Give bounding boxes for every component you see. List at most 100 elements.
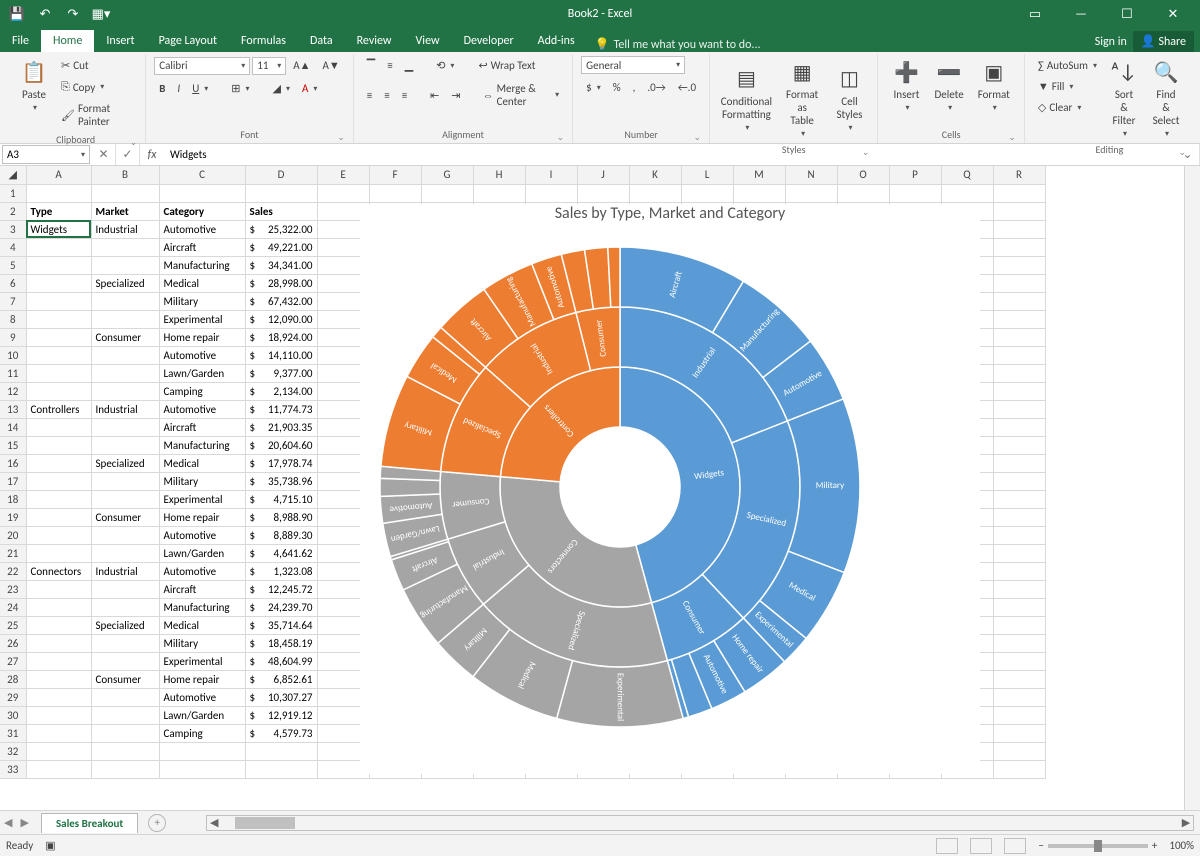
- row-header[interactable]: 22: [0, 562, 26, 580]
- cell[interactable]: Aircraft: [159, 238, 245, 256]
- cell[interactable]: Experimental: [159, 652, 245, 670]
- decrease-font-icon[interactable]: A▼: [318, 56, 345, 75]
- cell[interactable]: [733, 184, 785, 202]
- cell[interactable]: $49,221.00: [245, 238, 317, 256]
- row-header[interactable]: 15: [0, 436, 26, 454]
- cell[interactable]: [993, 328, 1045, 346]
- cell[interactable]: [91, 544, 159, 562]
- tab-insert[interactable]: Insert: [94, 30, 146, 52]
- cell[interactable]: [26, 472, 91, 490]
- macro-recorder-icon[interactable]: ▣: [45, 839, 55, 852]
- cell[interactable]: Aircraft: [159, 418, 245, 436]
- column-header[interactable]: O: [837, 166, 889, 184]
- tab-page-layout[interactable]: Page Layout: [147, 30, 229, 52]
- cell[interactable]: [26, 184, 91, 202]
- align-right-icon[interactable]: ≡: [397, 86, 412, 105]
- cell[interactable]: [993, 274, 1045, 292]
- horizontal-scrollbar[interactable]: ◀▶: [206, 815, 1194, 831]
- cell[interactable]: $67,432.00: [245, 292, 317, 310]
- zoom-slider[interactable]: − +: [1038, 839, 1157, 852]
- column-header[interactable]: R: [993, 166, 1045, 184]
- cell[interactable]: [993, 472, 1045, 490]
- cell[interactable]: [837, 184, 889, 202]
- cell[interactable]: [26, 310, 91, 328]
- cell[interactable]: [91, 292, 159, 310]
- cell[interactable]: [26, 760, 91, 778]
- cell[interactable]: Camping: [159, 724, 245, 742]
- new-sheet-button[interactable]: +: [148, 814, 166, 832]
- cell[interactable]: [26, 634, 91, 652]
- copy-button[interactable]: ⎘Copy: [56, 77, 137, 97]
- cell[interactable]: [993, 346, 1045, 364]
- row-header[interactable]: 25: [0, 616, 26, 634]
- normal-view-icon[interactable]: [936, 838, 958, 854]
- decrease-indent-icon[interactable]: ⇤: [425, 86, 444, 105]
- cell[interactable]: [91, 364, 159, 382]
- cell[interactable]: [91, 724, 159, 742]
- cell[interactable]: Home repair: [159, 328, 245, 346]
- cell[interactable]: Military: [159, 292, 245, 310]
- cell[interactable]: [26, 328, 91, 346]
- cell[interactable]: [629, 184, 681, 202]
- cell[interactable]: [993, 418, 1045, 436]
- row-header[interactable]: 14: [0, 418, 26, 436]
- cell[interactable]: [993, 670, 1045, 688]
- customize-qat-icon[interactable]: ▦▾: [88, 3, 114, 25]
- orientation-icon[interactable]: ⟲: [431, 56, 459, 75]
- cut-button[interactable]: ✂Cut: [56, 56, 137, 75]
- cell[interactable]: $4,641.62: [245, 544, 317, 562]
- cell[interactable]: Controllers: [26, 400, 91, 418]
- cell[interactable]: [993, 706, 1045, 724]
- cell[interactable]: [91, 418, 159, 436]
- cell[interactable]: [26, 346, 91, 364]
- column-header[interactable]: C: [159, 166, 245, 184]
- cell[interactable]: [26, 436, 91, 454]
- cell[interactable]: $17,978.74: [245, 454, 317, 472]
- align-middle-icon[interactable]: ≡: [382, 56, 397, 75]
- wrap-text-button[interactable]: ↩Wrap Text: [473, 56, 540, 75]
- cell[interactable]: [159, 184, 245, 202]
- borders-button[interactable]: ⊞: [226, 79, 254, 98]
- cell[interactable]: [993, 490, 1045, 508]
- decrease-decimal-icon[interactable]: ←.0: [673, 78, 701, 97]
- row-header[interactable]: 21: [0, 544, 26, 562]
- cell[interactable]: [26, 724, 91, 742]
- cell[interactable]: [26, 598, 91, 616]
- find-select-button[interactable]: 🔍Find & Select: [1146, 56, 1186, 141]
- cell[interactable]: Home repair: [159, 508, 245, 526]
- row-header[interactable]: 31: [0, 724, 26, 742]
- cell[interactable]: Consumer: [91, 328, 159, 346]
- cell[interactable]: [26, 508, 91, 526]
- cell[interactable]: $4,579.73: [245, 724, 317, 742]
- cell[interactable]: Experimental: [159, 490, 245, 508]
- cell[interactable]: [993, 580, 1045, 598]
- cell[interactable]: [993, 616, 1045, 634]
- cell[interactable]: Lawn/Garden: [159, 544, 245, 562]
- cell[interactable]: Industrial: [91, 220, 159, 238]
- cell[interactable]: [91, 184, 159, 202]
- cell[interactable]: [473, 184, 525, 202]
- cell[interactable]: [993, 364, 1045, 382]
- number-format-combo[interactable]: General: [581, 56, 685, 74]
- cell[interactable]: [26, 526, 91, 544]
- row-header[interactable]: 10: [0, 346, 26, 364]
- undo-icon[interactable]: ↶: [32, 3, 58, 25]
- cell[interactable]: [993, 256, 1045, 274]
- column-header[interactable]: F: [369, 166, 421, 184]
- row-header[interactable]: 27: [0, 652, 26, 670]
- tab-view[interactable]: View: [404, 30, 452, 52]
- row-header[interactable]: 23: [0, 580, 26, 598]
- fill-color-button[interactable]: ◢: [268, 79, 295, 98]
- column-header[interactable]: N: [785, 166, 837, 184]
- cell[interactable]: [26, 292, 91, 310]
- tab-formulas[interactable]: Formulas: [229, 30, 298, 52]
- cell[interactable]: [993, 562, 1045, 580]
- column-header[interactable]: K: [629, 166, 681, 184]
- cell[interactable]: Widgets: [26, 220, 91, 238]
- column-header[interactable]: D: [245, 166, 317, 184]
- sheet-nav-next-icon[interactable]: ▶: [16, 816, 32, 829]
- tab-review[interactable]: Review: [345, 30, 404, 52]
- paste-button[interactable]: 📋 Paste: [14, 56, 54, 115]
- cell[interactable]: Experimental: [159, 310, 245, 328]
- cell[interactable]: $6,852.61: [245, 670, 317, 688]
